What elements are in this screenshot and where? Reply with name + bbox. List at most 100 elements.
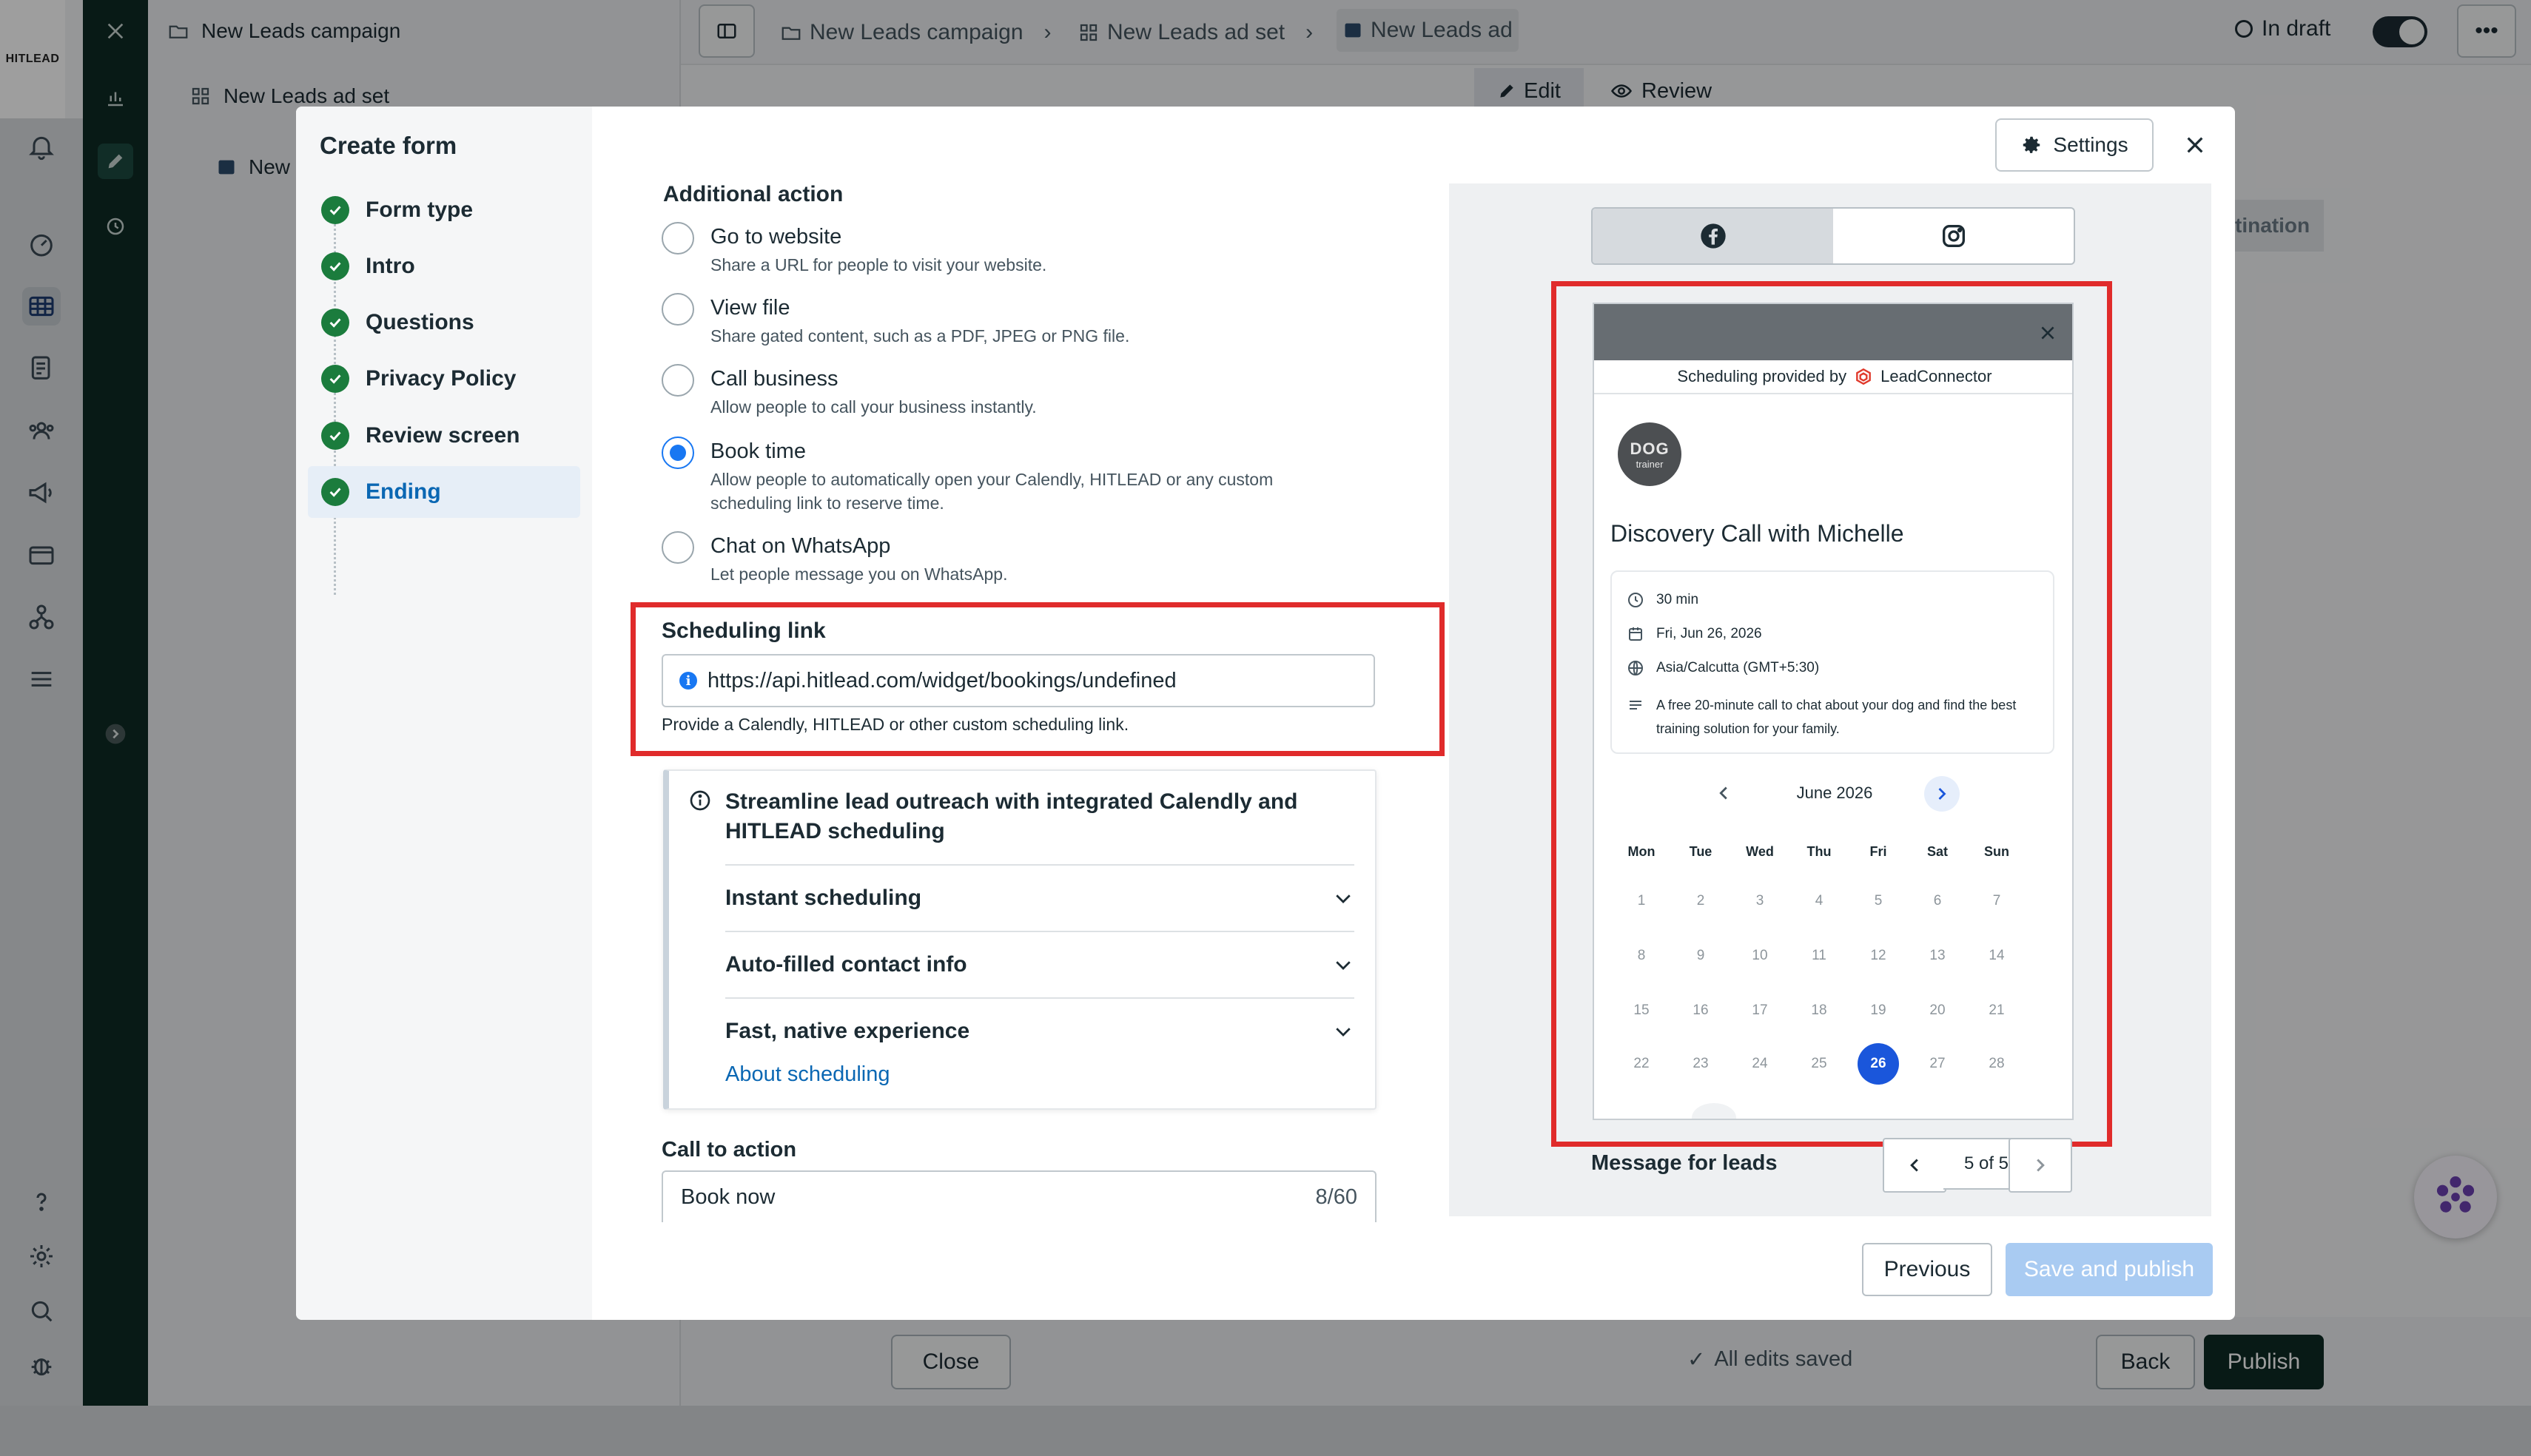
save-and-publish-button[interactable]: Save and publish — [2006, 1243, 2213, 1296]
check-circle-icon — [321, 252, 349, 280]
avatar-text: DOG — [1630, 439, 1670, 458]
calendar-day[interactable]: 16 — [1680, 1002, 1721, 1019]
calendar-day[interactable]: 2 — [1680, 893, 1721, 909]
calendar-prev-button[interactable] — [1712, 782, 1735, 804]
accordion-instant-scheduling[interactable]: Instant scheduling — [725, 864, 1354, 931]
facebook-tab[interactable] — [1593, 209, 1833, 263]
calendar-day[interactable]: 3 — [1739, 893, 1781, 909]
calendar-day[interactable]: 4 — [1798, 893, 1840, 909]
calendar-day[interactable]: 5 — [1858, 893, 1899, 909]
option-title: Book time — [710, 439, 806, 463]
step-questions[interactable]: Questions — [308, 297, 580, 348]
calendar-day[interactable]: 19 — [1858, 1002, 1899, 1019]
scheduling-info-card: Streamline lead outreach with integrated… — [663, 769, 1377, 1110]
clock-icon — [1628, 593, 1643, 607]
chevron-right-icon — [1938, 788, 1946, 800]
previous-button[interactable]: Previous — [1862, 1243, 1992, 1296]
event-date: Fri, Jun 26, 2026 — [1627, 625, 1762, 643]
calendar-day[interactable]: 25 — [1798, 1056, 1840, 1072]
calendar-day[interactable]: 17 — [1739, 1002, 1781, 1019]
weekday-label: Sun — [1984, 844, 2009, 859]
event-details-card: 30 min Fri, Jun 26, 2026 Asia/Calcutta (… — [1610, 570, 2054, 754]
weekday-label: Tue — [1689, 844, 1712, 859]
calendar-day[interactable]: 11 — [1798, 948, 1840, 964]
chevron-left-icon — [1719, 786, 1727, 800]
accordion-auto-filled-contact-info[interactable]: Auto-filled contact info — [725, 931, 1354, 997]
accordion-fast-native-experience[interactable]: Fast, native experience — [725, 997, 1354, 1064]
scheduling-link-help: Provide a Calendly, HITLEAD or other cus… — [662, 715, 1129, 734]
radio-button-selected[interactable] — [662, 437, 694, 469]
cta-value: Book now — [681, 1184, 776, 1209]
calendar-day[interactable]: 15 — [1621, 1002, 1662, 1019]
step-label: Ending — [366, 479, 441, 504]
cta-char-count: 8/60 — [1315, 1184, 1357, 1209]
radio-button[interactable] — [662, 222, 694, 255]
calendar-day-selected[interactable]: 26 — [1858, 1043, 1899, 1085]
check-circle-icon — [321, 309, 349, 337]
calendar-next-button[interactable] — [1924, 776, 1960, 812]
step-review-screen[interactable]: Review screen — [308, 410, 580, 462]
step-privacy-policy[interactable]: Privacy Policy — [308, 353, 580, 405]
calendar-day[interactable]: 20 — [1917, 1002, 1958, 1019]
preview-next-button[interactable] — [2009, 1138, 2072, 1193]
avatar-subtext: trainer — [1636, 458, 1664, 470]
event-title: Discovery Call with Michelle — [1610, 520, 1904, 547]
option-title: Call business — [710, 367, 838, 391]
radio-button[interactable] — [662, 531, 694, 564]
weekday-label: Sat — [1926, 844, 1948, 859]
radio-button[interactable] — [662, 364, 694, 397]
modal-close-button[interactable] — [2180, 130, 2210, 160]
calendar-day[interactable]: 18 — [1798, 1002, 1840, 1019]
radio-button[interactable] — [662, 293, 694, 326]
scheduling-link-input[interactable]: i https://api.hitlead.com/widget/booking… — [662, 654, 1375, 707]
calendar-day[interactable]: 22 — [1621, 1056, 1662, 1072]
settings-label: Settings — [2053, 133, 2128, 156]
step-form-type[interactable]: Form type — [308, 184, 580, 236]
option-description: Let people message you on WhatsApp. — [710, 564, 1008, 584]
settings-button[interactable]: Settings — [1995, 118, 2154, 172]
preview-prev-button[interactable] — [1883, 1138, 1946, 1193]
calendar-day[interactable]: 14 — [1976, 948, 2017, 964]
option-title: View file — [710, 296, 790, 320]
calendar-day[interactable]: 8 — [1621, 948, 1662, 964]
calendar-day[interactable]: 27 — [1917, 1056, 1958, 1072]
step-intro[interactable]: Intro — [308, 240, 580, 292]
check-circle-icon — [321, 478, 349, 506]
close-icon — [2187, 137, 2203, 153]
modal-title: Create form — [320, 132, 457, 159]
globe-icon — [1628, 661, 1643, 675]
calendar-day[interactable]: 13 — [1917, 948, 1958, 964]
chevron-down-icon — [1336, 894, 1351, 903]
calendar-day[interactable]: 10 — [1739, 948, 1781, 964]
cta-input[interactable]: Book now 8/60 — [662, 1170, 1377, 1222]
calendar-day[interactable]: 9 — [1680, 948, 1721, 964]
step-label: Privacy Policy — [366, 366, 517, 391]
instagram-tab[interactable] — [1833, 209, 2074, 263]
provider-bar: Scheduling provided by LeadConnector — [1594, 360, 2072, 394]
scheduling-link-value: https://api.hitlead.com/widget/bookings/… — [707, 668, 1177, 692]
calendar-day[interactable]: 21 — [1976, 1002, 2017, 1019]
cta-label: Call to action — [662, 1138, 797, 1162]
accordion-label: Auto-filled contact info — [725, 952, 967, 977]
message-for-leads-label: Message for leads — [1591, 1151, 1778, 1175]
calendar-day[interactable]: 7 — [1976, 893, 2017, 909]
text-icon — [1630, 701, 1641, 710]
calendar-day[interactable]: 23 — [1680, 1056, 1721, 1072]
about-scheduling-link[interactable]: About scheduling — [725, 1062, 890, 1087]
avatar: DOG trainer — [1618, 422, 1681, 486]
option-description: Allow people to call your business insta… — [710, 397, 1037, 417]
option-description: Share a URL for people to visit your web… — [710, 255, 1047, 274]
calendar-day[interactable]: 12 — [1858, 948, 1899, 964]
calendar-day[interactable]: 1 — [1621, 893, 1662, 909]
calendar-day[interactable]: 6 — [1917, 893, 1958, 909]
calendar-day[interactable]: 24 — [1739, 1056, 1781, 1072]
chevron-down-icon — [1336, 961, 1351, 970]
facebook-icon — [1700, 223, 1726, 249]
calendar-month: June 2026 — [1796, 783, 1873, 802]
check-circle-icon — [321, 422, 349, 450]
step-ending[interactable]: Ending — [308, 466, 580, 518]
step-label: Review screen — [366, 423, 520, 448]
calendar-day[interactable]: 28 — [1976, 1056, 2017, 1072]
preview-header — [1594, 304, 2072, 360]
info-circle-icon — [688, 789, 712, 812]
